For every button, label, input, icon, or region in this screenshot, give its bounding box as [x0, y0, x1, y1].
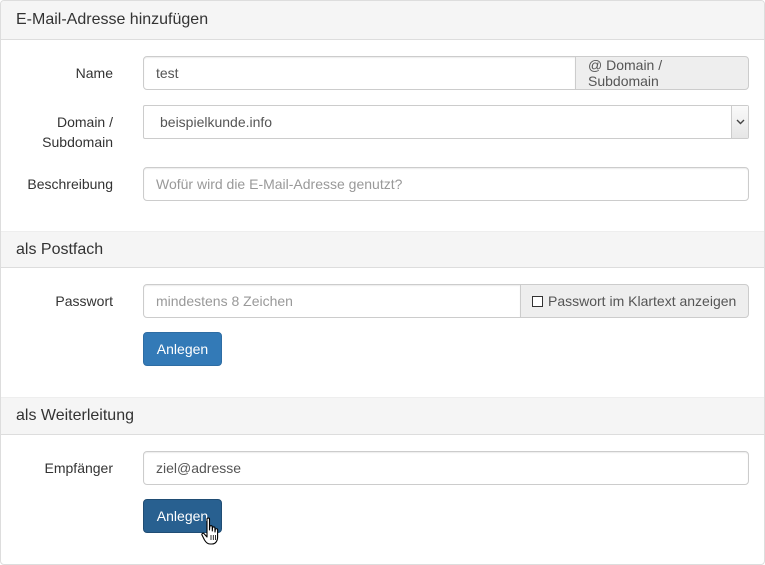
domain-addon: @ Domain / Subdomain — [575, 56, 749, 90]
show-password-checkbox[interactable] — [532, 295, 543, 307]
section-heading-mailbox: als Postfach — [1, 231, 764, 268]
description-label: Beschreibung — [27, 176, 113, 192]
name-input[interactable] — [143, 56, 576, 90]
section-heading-forwarding: als Weiterleitung — [1, 397, 764, 435]
email-form-panel: E-Mail-Adresse hinzufügen Name @ Domain … — [0, 0, 765, 565]
section-title: als Postfach — [16, 240, 104, 258]
domain-addon-text: @ Domain / Subdomain — [588, 57, 663, 89]
recipient-label: Empfänger — [44, 460, 113, 476]
section-heading-add-email: E-Mail-Adresse hinzufügen — [1, 1, 764, 40]
recipient-input[interactable] — [143, 451, 749, 485]
domain-label-line1: Domain / — [56, 114, 113, 130]
section-title: als Weiterleitung — [16, 407, 134, 424]
name-label: Name — [75, 65, 113, 81]
domain-label-line2: Subdomain — [42, 134, 113, 150]
show-password-toggle[interactable]: Passwort im Klartext anzeigen — [520, 284, 749, 318]
chevron-down-icon[interactable] — [731, 106, 748, 138]
domain-select-value: beispielkunde.info — [160, 114, 273, 130]
password-input[interactable] — [143, 284, 521, 318]
password-label: Passwort — [55, 293, 113, 309]
domain-select[interactable]: beispielkunde.info — [143, 105, 749, 139]
description-input[interactable] — [143, 167, 749, 201]
hand-pointer-icon — [201, 517, 221, 550]
create-mailbox-button[interactable]: Anlegen — [143, 332, 222, 366]
section-title: E-Mail-Adresse hinzufügen — [16, 11, 209, 28]
domain-label: Domain / Subdomain — [42, 112, 113, 152]
show-password-label: Passwort im Klartext anzeigen — [548, 293, 737, 309]
